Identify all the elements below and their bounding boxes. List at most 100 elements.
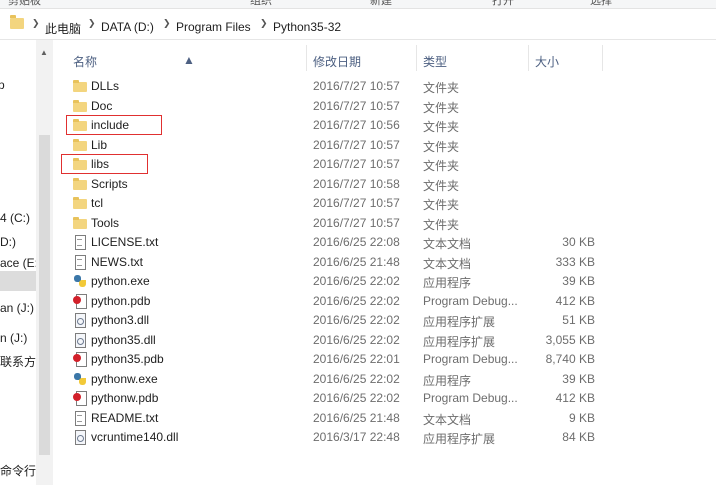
chevron-right-icon[interactable]: ❯ [88, 18, 96, 29]
file-date: 2016/6/25 21:48 [313, 254, 400, 269]
file-date: 2016/6/25 22:01 [313, 352, 400, 366]
file-type: 文本文档 [423, 256, 472, 271]
file-size: 84 KB [562, 430, 595, 444]
column-divider[interactable] [416, 45, 417, 71]
column-divider[interactable] [528, 45, 529, 71]
file-row[interactable]: Tools 2016/7/27 10:57 文件夹 [70, 213, 600, 233]
file-row[interactable]: Scripts 2016/7/27 10:58 文件夹 [70, 174, 600, 194]
file-row[interactable]: vcruntime140.dll 2016/3/17 22:48 应用程序扩展 84 … [70, 427, 600, 447]
column-divider[interactable] [306, 45, 307, 71]
address-bar[interactable]: ❯ 此电脑 ❯ DATA (D:) ❯ Program Files ❯ Pyth… [0, 9, 716, 40]
folder-icon [73, 79, 87, 93]
column-divider[interactable] [602, 45, 603, 71]
file-row[interactable]: python35.dll 2016/6/25 22:02 应用程序扩展 3,055 K… [70, 330, 600, 350]
file-row[interactable]: python3.dll 2016/6/25 22:02 应用程序扩展 51 KB [70, 310, 600, 330]
file-row[interactable]: pythonw.exe 2016/6/25 22:02 应用程序 39 KB [70, 369, 600, 389]
file-type: 文件夹 [423, 217, 460, 232]
file-type: Program Debug... [423, 293, 518, 308]
python-icon [73, 274, 87, 288]
file-name: LICENSE.txt [91, 235, 159, 249]
file-name: python35.pdb [91, 352, 164, 366]
file-row[interactable]: python.exe 2016/6/25 22:02 应用程序 39 KB [70, 271, 600, 291]
ribbon-group-clipboard[interactable]: 剪贴板 [8, 0, 41, 8]
file-date: 2016/6/25 22:02 [313, 313, 400, 327]
file-row[interactable]: Lib 2016/7/27 10:57 文件夹 [70, 135, 600, 155]
file-row[interactable]: NEWS.txt 2016/6/25 21:48 文本文档 333 KB [70, 252, 600, 272]
file-name: pythonw.pdb [91, 391, 159, 405]
column-header-type[interactable]: 类型 [423, 53, 447, 70]
file-type: Program Debug... [423, 391, 518, 405]
chevron-right-icon[interactable]: ❯ [163, 18, 171, 29]
file-name: Doc [91, 98, 113, 113]
ribbon-group-select[interactable]: 选择 [590, 0, 612, 8]
file-type: Program Debug... [423, 352, 518, 366]
column-header-date[interactable]: 修改日期 [313, 53, 361, 70]
file-type: 文件夹 [423, 100, 460, 115]
breadcrumb-this-pc[interactable]: 此电脑 [45, 20, 81, 37]
nav-selected-highlight [0, 271, 36, 291]
nav-item-e-drive[interactable]: ace (E:) [0, 256, 36, 270]
breadcrumb-program-files[interactable]: Program Files [176, 20, 251, 34]
nav-item-d-drive[interactable]: D:) [0, 235, 16, 249]
file-date: 2016/6/25 22:02 [313, 332, 400, 347]
nav-item[interactable]: p [0, 78, 5, 92]
file-type: 文件夹 [423, 81, 460, 95]
file-row[interactable]: DLLs 2016/7/27 10:57 文件夹 [70, 76, 600, 96]
file-type: 应用程序扩展 [423, 315, 496, 329]
debug-file-icon [73, 293, 87, 309]
file-type: 文件夹 [423, 139, 460, 154]
ribbon-group-organize[interactable]: 组织 [250, 0, 272, 8]
text-file-icon [73, 254, 87, 270]
nav-item-c-drive[interactable]: 4 (C:) [0, 211, 30, 225]
file-type: 应用程序扩展 [423, 432, 496, 446]
file-date: 2016/7/27 10:56 [313, 118, 400, 132]
ribbon-group-open[interactable]: 打开 [492, 0, 514, 8]
file-name: pythonw.exe [91, 371, 158, 386]
file-date: 2016/6/25 22:02 [313, 274, 400, 288]
breadcrumb-data-drive[interactable]: DATA (D:) [101, 20, 154, 34]
nav-item-j-drive[interactable]: an (J:) [0, 301, 34, 315]
file-name: python.pdb [91, 293, 151, 308]
column-header-size[interactable]: 大小 [535, 53, 559, 70]
file-row[interactable]: LICENSE.txt 2016/6/25 22:08 文本文档 30 KB [70, 232, 600, 252]
scrollbar-thumb[interactable] [39, 135, 50, 455]
file-size: 51 KB [562, 313, 595, 327]
file-type: 应用程序 [423, 276, 472, 290]
nav-item-cmd[interactable]: 命令行自 [0, 462, 36, 479]
file-date: 2016/6/25 21:48 [313, 410, 400, 425]
file-row[interactable]: tcl 2016/7/27 10:57 文件夹 [70, 193, 600, 213]
file-date: 2016/7/27 10:57 [313, 79, 400, 93]
file-date: 2016/6/25 22:02 [313, 391, 400, 405]
file-row[interactable]: python35.pdb 2016/6/25 22:01 Program Debug… [70, 349, 600, 369]
file-date: 2016/6/25 22:08 [313, 235, 400, 249]
dll-file-icon [73, 313, 87, 328]
nav-item-j-drive-2[interactable]: n (J:) [0, 331, 27, 345]
nav-scrollbar[interactable]: ▲ [36, 40, 53, 485]
scroll-up-arrow-icon[interactable]: ▲ [40, 48, 48, 57]
dll-file-icon [73, 332, 87, 348]
file-date: 2016/3/17 22:48 [313, 430, 400, 444]
file-row[interactable]: pythonw.pdb 2016/6/25 22:02 Program Debug.… [70, 388, 600, 408]
file-row[interactable]: Doc 2016/7/27 10:57 文件夹 [70, 96, 600, 116]
file-type: 文件夹 [423, 120, 460, 134]
file-name: vcruntime140.dll [91, 430, 179, 444]
file-size: 412 KB [555, 293, 595, 308]
file-date: 2016/6/25 22:02 [313, 371, 400, 386]
file-size: 3,055 KB [545, 332, 595, 347]
breadcrumb-python35-32[interactable]: Python35-32 [273, 20, 341, 34]
file-row[interactable]: python.pdb 2016/6/25 22:02 Program Debug..… [70, 291, 600, 311]
file-row[interactable]: libs 2016/7/27 10:57 文件夹 [70, 154, 600, 174]
file-date: 2016/7/27 10:57 [313, 157, 400, 171]
file-name: DLLs [91, 79, 120, 93]
chevron-right-icon[interactable]: ❯ [32, 18, 40, 29]
nav-item-contacts[interactable]: 联系方式 [0, 353, 36, 370]
file-size: 412 KB [555, 391, 595, 405]
chevron-right-icon[interactable]: ❯ [260, 18, 268, 29]
file-name: python35.dll [91, 332, 156, 347]
ribbon-group-new[interactable]: 新建 [370, 0, 392, 8]
file-date: 2016/6/25 22:02 [313, 293, 400, 308]
column-header-name[interactable]: 名称 [73, 53, 97, 70]
file-name: python3.dll [91, 313, 150, 327]
file-type: 文件夹 [423, 159, 460, 173]
file-row[interactable]: README.txt 2016/6/25 21:48 文本文档 9 KB [70, 408, 600, 428]
